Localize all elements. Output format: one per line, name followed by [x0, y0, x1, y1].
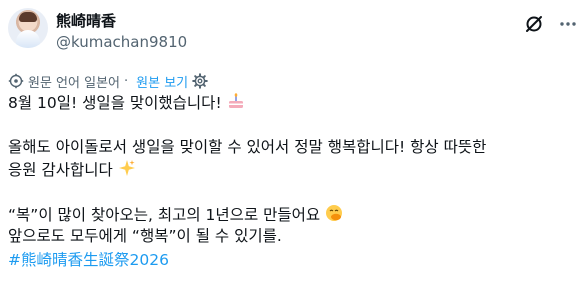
- post-line-text: 응원 감사합니다: [8, 161, 113, 179]
- post-line-text: 8월 10일! 생일을 맞이했습니다!: [8, 94, 222, 112]
- gear-icon[interactable]: [192, 73, 208, 89]
- post-line: 응원 감사합니다: [8, 159, 136, 181]
- original-language-label: 원문 언어 일본어: [28, 75, 120, 91]
- avatar-hair: [19, 12, 37, 22]
- post-line: 올해도 아이돌로서 생일을 맞이할 수 있어서 정말 행복합니다! 항상 따뜻한: [8, 137, 486, 158]
- post-line: 앞으로도 모두에게 “행복”이 될 수 있기를.: [8, 226, 282, 247]
- post-line-text: 올해도 아이돌로서 생일을 맞이할 수 있어서 정말 행복합니다! 항상 따뜻한: [8, 138, 487, 156]
- author-display-name[interactable]: 熊崎晴香: [56, 12, 116, 30]
- translation-bar: 원문 언어 일본어 · 원본 보기: [8, 72, 208, 91]
- avatar[interactable]: [8, 8, 48, 48]
- post-line-text: “복”이 많이 찾아오는, 최고의 1년으로 만들어요: [8, 206, 321, 224]
- grok-icon[interactable]: [524, 14, 544, 34]
- show-original-link[interactable]: 원본 보기: [136, 72, 188, 91]
- birthday-cake-emoji: [228, 93, 243, 108]
- globe-gear-icon: [8, 73, 24, 89]
- divider-dot: ·: [124, 73, 129, 89]
- more-icon[interactable]: [558, 14, 578, 34]
- post-line: “복”이 많이 찾아오는, 최고의 1년으로 만들어요: [8, 204, 343, 226]
- hand-over-mouth-emoji: [326, 205, 343, 221]
- sparkles-emoji: [118, 160, 135, 176]
- post-line: 8월 10일! 생일을 맞이했습니다!: [8, 92, 245, 114]
- avatar-dress: [16, 30, 40, 48]
- post-line-text: 앞으로도 모두에게 “행복”이 될 수 있기를.: [8, 227, 282, 245]
- author-handle[interactable]: @kumachan9810: [56, 33, 187, 51]
- hashtag-link[interactable]: #熊崎晴香生誕祭2026: [8, 250, 169, 271]
